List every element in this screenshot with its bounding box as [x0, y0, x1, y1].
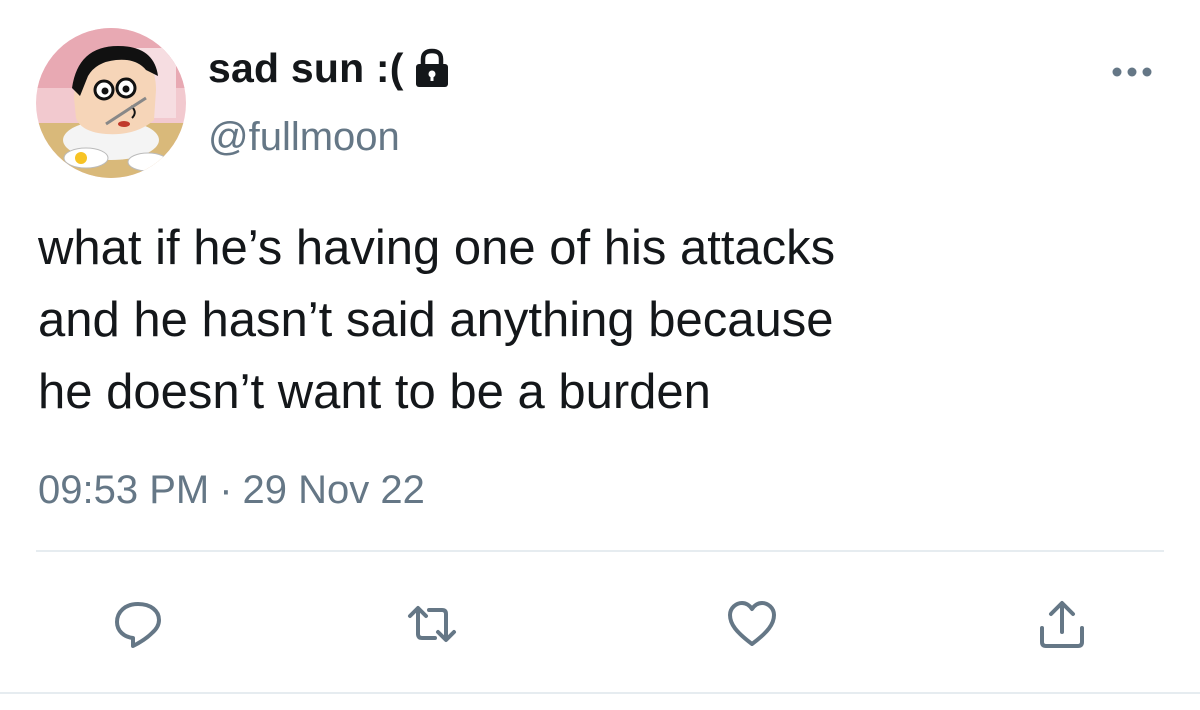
- tweet-time: 09:53 PM: [38, 468, 210, 512]
- bottom-divider: [0, 692, 1200, 694]
- display-name[interactable]: sad sun :(: [208, 45, 404, 92]
- avatar-image: [36, 28, 186, 178]
- tweet-text-line: and he hasn’t said anything because: [38, 293, 834, 347]
- timestamp[interactable]: 09:53 PM · 29 Nov 22: [38, 468, 425, 513]
- tweet-date: 29 Nov 22: [242, 468, 425, 512]
- display-name-row: sad sun :(: [208, 38, 452, 98]
- reply-icon: [115, 602, 161, 648]
- lock-icon: [412, 47, 452, 89]
- more-options-icon[interactable]: [1108, 62, 1156, 82]
- avatar[interactable]: [36, 28, 186, 178]
- tweet-text-line: he doesn’t want to be a burden: [38, 365, 711, 419]
- retweet-icon: [408, 606, 456, 642]
- tweet-card: sad sun :( @fullmoon what if he’s having…: [0, 0, 1200, 710]
- like-button[interactable]: [724, 596, 780, 652]
- retweet-button[interactable]: [404, 596, 460, 652]
- user-handle[interactable]: @fullmoon: [208, 115, 400, 160]
- divider: [36, 550, 1164, 552]
- share-icon: [1040, 601, 1084, 648]
- reply-button[interactable]: [110, 596, 166, 652]
- like-icon: [728, 601, 776, 646]
- share-button[interactable]: [1034, 596, 1090, 652]
- timestamp-separator: ·: [219, 468, 233, 512]
- tweet-text-line: what if he’s having one of his attacks: [38, 221, 836, 275]
- tweet-text: what if he’s having one of his attacks a…: [38, 212, 1158, 428]
